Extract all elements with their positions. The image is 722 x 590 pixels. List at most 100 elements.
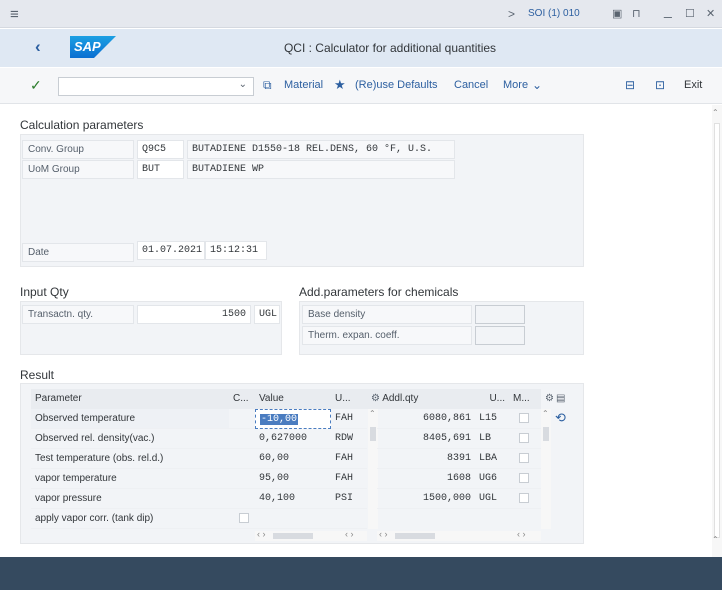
scroll-thumb[interactable]	[370, 427, 376, 441]
transactn-qty-unit[interactable]: UGL	[254, 305, 280, 324]
scroll-thumb[interactable]	[714, 123, 720, 538]
param-row-1-c	[229, 409, 255, 429]
exit-button[interactable]: Exit	[684, 79, 702, 91]
param-row-3-unit[interactable]: FAH	[331, 449, 367, 469]
maximize-icon[interactable]: ☐	[685, 7, 695, 20]
therm-expan-field[interactable]	[475, 326, 525, 345]
col-unit[interactable]: U...	[331, 389, 367, 409]
back-icon[interactable]: ‹	[35, 37, 41, 57]
param-row-2-value[interactable]: 0,627000	[255, 429, 331, 449]
exit-fullscreen-icon[interactable]: ⊡	[655, 78, 665, 92]
conv-group-label: Conv. Group	[22, 140, 134, 159]
col-c[interactable]: C...	[229, 389, 255, 409]
base-density-field[interactable]	[475, 305, 525, 324]
param-row-2-unit[interactable]: RDW	[331, 429, 367, 449]
settings-icon[interactable]: ⚙	[371, 393, 380, 404]
vapor-corr-checkbox[interactable]	[239, 513, 249, 523]
base-density-label: Base density	[302, 305, 472, 324]
chevron-right-icon[interactable]: >	[508, 7, 515, 21]
scroll-left-right-icon[interactable]: ‹ ›	[379, 529, 388, 539]
col-addl-qty[interactable]: ⚙ Addl.qty	[367, 389, 475, 409]
check-icon[interactable]: ✓	[30, 77, 42, 94]
material-icon[interactable]: ⧉	[263, 78, 272, 93]
param-row-1-value[interactable]: -10,00	[255, 409, 331, 429]
col-m[interactable]: M...	[509, 389, 541, 409]
status-bar	[0, 557, 722, 590]
transactn-qty-field[interactable]: 1500	[137, 305, 251, 324]
security-lock-icon[interactable]: ⊓	[632, 7, 641, 20]
param-row-4-unit[interactable]: FAH	[331, 469, 367, 489]
param-row-5-unit[interactable]: PSI	[331, 489, 367, 509]
settings-icon[interactable]: ⚙	[545, 393, 554, 404]
param-row-4-name: vapor temperature	[31, 469, 229, 489]
col-addl-unit[interactable]: U...	[475, 389, 509, 409]
param-row-1-value-text: -10,00	[260, 414, 299, 425]
right-table-tools: ⚙ ▤	[541, 389, 571, 409]
undo-icon[interactable]: ⟲	[555, 410, 566, 426]
scroll-down-icon[interactable]: ⌃	[712, 535, 719, 544]
date-field[interactable]: 01.07.2021	[137, 241, 205, 260]
param-row-4-value[interactable]: 95,00	[255, 469, 331, 489]
col-addl-qty-label: Addl.qty	[382, 393, 419, 404]
scroll-up-icon[interactable]: ⌃	[712, 108, 719, 117]
addl-row-5-checkbox[interactable]	[519, 493, 529, 503]
scroll-left-right-icon[interactable]: ‹ ›	[517, 529, 526, 539]
calculator-icon[interactable]: ▤	[556, 393, 565, 404]
param-row-5-value[interactable]: 40,100	[255, 489, 331, 509]
right-table-vscroll[interactable]: ⌃	[541, 409, 551, 529]
uom-group-label: UoM Group	[22, 160, 134, 179]
minimize-icon[interactable]: _	[664, 2, 672, 18]
addl-row-1-checkbox[interactable]	[519, 413, 529, 423]
chevron-down-icon[interactable]: ⌄	[532, 78, 542, 92]
param-row-1-name: Observed temperature	[31, 409, 229, 429]
addl-row-3-checkbox[interactable]	[519, 453, 529, 463]
scroll-left-right-icon[interactable]: ‹ ›	[257, 529, 266, 539]
param-row-5-c	[229, 489, 255, 509]
screenshot-icon[interactable]: ▣	[612, 7, 622, 20]
reuse-defaults-button[interactable]: (Re)use Defaults	[355, 79, 438, 91]
uom-group-field[interactable]: BUT	[137, 160, 184, 179]
menu-icon[interactable]: ≡	[10, 6, 19, 23]
addl-row-5-m	[509, 489, 541, 509]
param-row-6-value	[255, 509, 331, 529]
vertical-scrollbar[interactable]: ⌃ ⌃	[712, 105, 722, 557]
addl-row-3-unit: LBA	[475, 449, 509, 469]
param-row-6-c	[229, 509, 255, 529]
close-icon[interactable]: ✕	[706, 7, 715, 20]
result-header: Result	[20, 368, 55, 382]
enter-fullscreen-icon[interactable]: ⊟	[625, 78, 635, 92]
addl-row-4-checkbox[interactable]	[519, 473, 529, 483]
col-value[interactable]: Value	[255, 389, 331, 409]
addl-row-2-unit: LB	[475, 429, 509, 449]
system-id: SOI (1) 010	[528, 8, 580, 19]
scroll-thumb[interactable]	[395, 533, 435, 539]
scroll-up-icon[interactable]: ⌃	[369, 409, 376, 418]
col-parameter[interactable]: Parameter	[31, 389, 229, 409]
conv-group-field[interactable]: Q9C5	[137, 140, 184, 159]
cancel-button[interactable]: Cancel	[454, 79, 488, 91]
add-params-header: Add.parameters for chemicals	[299, 285, 459, 299]
scroll-thumb[interactable]	[543, 427, 549, 441]
title-bar: ‹ SAP QCI : Calculator for additional qu…	[0, 29, 722, 67]
param-row-3-value[interactable]: 60,00	[255, 449, 331, 469]
scroll-left-right-icon[interactable]: ‹ ›	[345, 529, 354, 539]
command-field[interactable]: ⌄	[58, 77, 254, 96]
addl-row-1-qty: 6080,861	[377, 409, 475, 429]
param-row-2-name: Observed rel. density(vac.)	[31, 429, 229, 449]
left-table-hscroll[interactable]: ‹ › ‹ ›	[255, 529, 367, 541]
addl-row-5-qty: 1500,000	[377, 489, 475, 509]
chevron-down-icon[interactable]: ⌄	[239, 79, 247, 90]
star-icon[interactable]: ★	[334, 77, 346, 93]
scroll-thumb[interactable]	[273, 533, 313, 539]
addl-row-4-unit: UG6	[475, 469, 509, 489]
scroll-up-icon[interactable]: ⌃	[542, 409, 549, 418]
more-button[interactable]: More	[503, 79, 528, 91]
addl-row-2-m	[509, 429, 541, 449]
material-button[interactable]: Material	[284, 79, 323, 91]
param-row-1-unit[interactable]: FAH	[331, 409, 367, 429]
time-field[interactable]: 15:12:31	[205, 241, 267, 260]
right-table-hscroll[interactable]: ‹ › ‹ ›	[377, 529, 541, 541]
input-qty-header: Input Qty	[20, 285, 69, 299]
addl-row-2-checkbox[interactable]	[519, 433, 529, 443]
addl-row-3-m	[509, 449, 541, 469]
